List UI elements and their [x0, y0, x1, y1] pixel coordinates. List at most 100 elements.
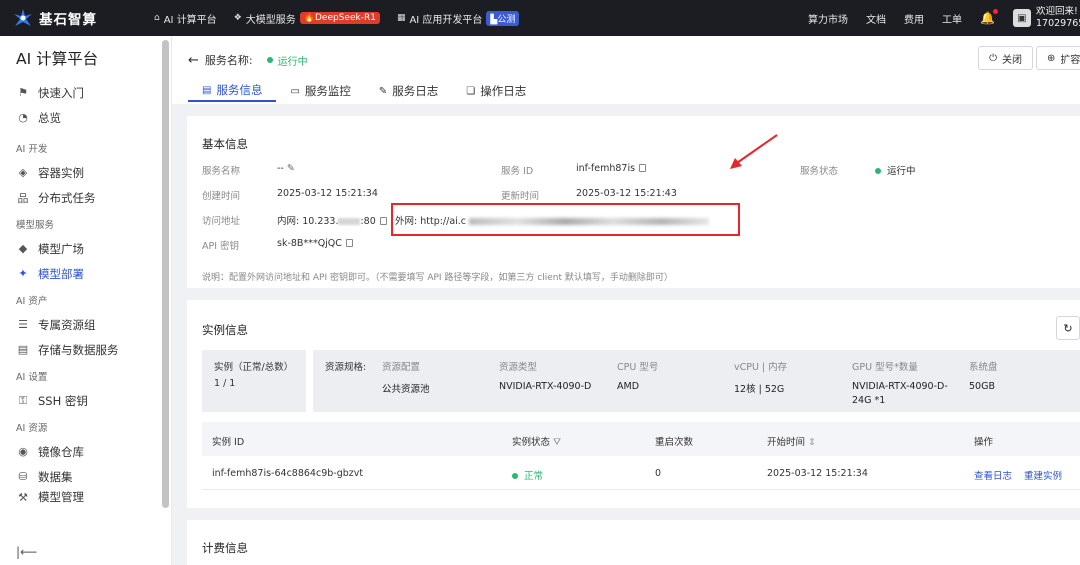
tab-service-info[interactable]: ▤ 服务信息	[188, 80, 277, 102]
spec-disk: 系统盘 50GB	[969, 362, 998, 392]
column-header-start[interactable]: 开始时间 ⇕	[767, 434, 816, 448]
internal-address: 内网: 10.233.:80	[277, 213, 387, 227]
created-value: 2025-03-12 15:21:34	[277, 188, 378, 199]
bell-icon[interactable]: 🔔	[980, 9, 998, 25]
spec-config: 资源配置 公共资源池	[382, 362, 430, 395]
user-welcome[interactable]: 欢迎回来! 17029765	[1036, 6, 1080, 30]
sidebar-item-label: 模型部署	[38, 266, 84, 281]
updated-value: 2025-03-12 15:21:43	[576, 188, 677, 199]
column-header-status[interactable]: 实例状态 ⛛	[512, 434, 561, 448]
instance-count-box: 实例（正常/总数） 1 / 1	[202, 350, 306, 412]
nav-llm-service[interactable]: ❖ 大模型服务 🔥DeepSeek-R1	[234, 11, 380, 26]
sidebar-item-label: SSH 密钥	[38, 393, 88, 408]
sidebar-item-ssh-key[interactable]: ⚿ SSH 密钥	[0, 388, 171, 413]
brand-logo[interactable]: 基石智算	[12, 7, 130, 29]
sidebar-item-image-repo[interactable]: ◉ 镜像仓库	[0, 439, 171, 464]
service-id-value: inf-femh87is	[576, 163, 647, 174]
billing-card: 计费信息	[187, 520, 1080, 565]
nav-ai-app-platform[interactable]: ▦ AI 应用开发平台 ▙公测	[396, 10, 520, 26]
nav-label: 大模型服务	[245, 14, 296, 26]
collapse-sidebar-icon[interactable]: |⟵	[16, 545, 37, 559]
service-name-label: 服务名称:	[204, 54, 253, 67]
sidebar-title: AI 计算平台	[16, 50, 99, 68]
tab-label: 操作日志	[480, 84, 527, 98]
dataset-icon: ⛁	[18, 470, 28, 483]
instance-table-header: 实例 ID 实例状态 ⛛ 重启次数 开始时间 ⇕ 操作	[202, 422, 1080, 456]
instance-status: 正常	[512, 468, 543, 482]
filter-icon[interactable]: ⛛	[553, 437, 561, 448]
tab-service-log[interactable]: ✎ 服务日志	[365, 80, 452, 102]
view-log-link[interactable]: 查看日志	[974, 468, 1012, 482]
status-dot	[266, 57, 273, 63]
sidebar-item-model-deploy[interactable]: ✦ 模型部署	[0, 261, 171, 286]
close-button[interactable]: ⏻ 关闭	[978, 46, 1033, 70]
container-icon: ◈	[18, 166, 28, 179]
nav-ai-platform[interactable]: ⌂ AI 计算平台	[154, 11, 217, 26]
sidebar-item-container[interactable]: ◈ 容器实例	[0, 160, 171, 185]
link-docs[interactable]: 文档	[866, 11, 886, 26]
copy-icon[interactable]	[639, 164, 647, 172]
field-service-status: 服务状态 运行中	[800, 163, 916, 177]
expand-button[interactable]: ⊕ 扩容	[1036, 46, 1080, 70]
sidebar-item-dataset[interactable]: ⛁ 数据集	[0, 464, 171, 489]
tab-label: 服务日志	[392, 84, 439, 98]
sidebar-item-resource-group[interactable]: ☰ 专属资源组	[0, 312, 171, 337]
brand-name: 基石智算	[39, 12, 97, 28]
tab-operation-log[interactable]: ❏ 操作日志	[452, 80, 540, 102]
spec-vcpu-mem: vCPU | 内存 12核 | 52G	[734, 362, 788, 395]
link-compute-market[interactable]: 算力市场	[808, 11, 848, 26]
key-icon: ⚿	[18, 393, 28, 407]
tree-icon: 品	[17, 191, 29, 205]
top-nav-bar: 基石智算 ⌂ AI 计算平台 ❖ 大模型服务 🔥DeepSeek-R1 ▦ AI…	[0, 0, 1080, 36]
api-key-value: sk-8B***QjQC	[277, 238, 353, 249]
column-header: 操作	[974, 437, 994, 448]
link-tickets[interactable]: 工单	[942, 11, 962, 26]
instance-count-label: 实例（正常/总数）	[214, 362, 294, 373]
plus-circle-icon: ⊕	[1047, 52, 1056, 64]
sidebar-item-quickstart[interactable]: ⚑ 快速入门	[0, 80, 171, 105]
sidebar: AI 计算平台 ⚑ 快速入门 ◔ 总览 AI 开发 ◈ 容器实例 品分布式任务 模型服…	[0, 36, 172, 565]
avatar[interactable]: ▣	[1013, 9, 1031, 27]
sidebar-item-distributed[interactable]: 品分布式任务	[0, 185, 171, 210]
sidebar-item-storage[interactable]: ▤ 存储与数据服务	[0, 337, 171, 362]
resource-spec-box: 资源规格: 资源配置 公共资源池 资源类型 NVIDIA-RTX-4090-D CP…	[313, 350, 1080, 412]
link-billing[interactable]: 费用	[904, 11, 924, 26]
sidebar-item-label: 存储与数据服务	[38, 342, 119, 357]
restart-count: 0	[655, 468, 662, 479]
sidebar-item-model-mgmt[interactable]: ⚒ 模型管理	[0, 489, 171, 505]
sidebar-group-title: AI 设置	[16, 372, 48, 383]
copy-icon[interactable]	[379, 217, 387, 225]
instance-count-value: 1 / 1	[214, 378, 236, 389]
field-created: 创建时间 2025-03-12 15:21:34	[202, 188, 378, 202]
service-header: ← 服务名称: 运行中 ⏻ 关闭 ⊕ 扩容 ▤ 服务信息 ▭ 服务监控 ✎ 服务日志 ❏ 操…	[172, 36, 1080, 104]
tab-label: 服务信息	[216, 83, 263, 97]
tab-service-monitor[interactable]: ▭ 服务监控	[276, 80, 364, 102]
sidebar-group-title: AI 开发	[16, 144, 48, 155]
sidebar-item-overview[interactable]: ◔ 总览	[0, 105, 171, 130]
sidebar-item-label: 镜像仓库	[38, 444, 84, 459]
refresh-button[interactable]: ↻	[1056, 316, 1080, 340]
field-service-name: 服务名称 -- ✎	[202, 163, 295, 177]
grid-icon: ▦	[396, 13, 406, 23]
billing-title: 计费信息	[202, 541, 248, 555]
rebuild-instance-link[interactable]: 重建实例	[1024, 468, 1062, 482]
field-updated: 更新时间 2025-03-12 15:21:43	[501, 188, 677, 202]
instance-info-card: 实例信息 ↻ 实例（正常/总数） 1 / 1 资源规格: 资源配置 公共资源池 资…	[187, 300, 1080, 508]
annotation-arrow	[730, 134, 778, 169]
copy-icon[interactable]	[345, 239, 353, 247]
spec-cpu: CPU 型号 AMD	[617, 362, 659, 392]
sort-icon[interactable]: ⇕	[808, 437, 816, 448]
sidebar-group-title: AI 资源	[16, 423, 48, 434]
sidebar-item-label: 专属资源组	[38, 317, 96, 332]
sidebar-scrollbar[interactable]	[162, 40, 169, 508]
start-time: 2025-03-12 15:21:34	[767, 468, 868, 479]
sidebar-group-title: 模型服务	[16, 220, 55, 231]
sidebar-item-label: 模型管理	[38, 490, 84, 504]
service-status-value: 运行中	[875, 163, 916, 177]
spec-label: 资源规格:	[325, 362, 367, 373]
edit-icon[interactable]: ✎	[287, 163, 295, 174]
spec-type: 资源类型 NVIDIA-RTX-4090-D	[499, 362, 592, 392]
sidebar-item-model-square[interactable]: ◆ 模型广场	[0, 236, 171, 261]
deploy-icon: ✦	[18, 267, 28, 280]
back-link[interactable]: ← 服务名称: 运行中	[188, 52, 308, 68]
